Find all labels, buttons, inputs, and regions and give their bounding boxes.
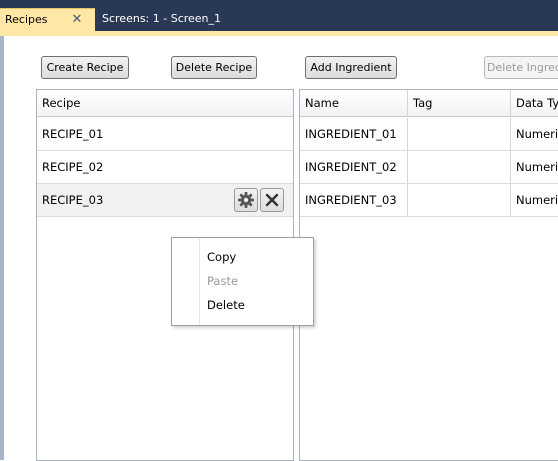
recipe-row[interactable]: RECIPE_02 (37, 151, 293, 184)
column-header-recipe[interactable]: Recipe (37, 90, 293, 117)
ingredient-name-cell[interactable]: INGREDIENT_01 (300, 118, 408, 150)
ingredient-row[interactable]: INGREDIENT_02 Numeric (300, 151, 558, 184)
tab-screen-1[interactable]: Screens: 1 - Screen_1 (97, 8, 226, 31)
ingredients-grid-header: Name Tag Data Type (300, 90, 558, 117)
menu-item-delete[interactable]: Delete (207, 295, 245, 315)
recipe-name-cell[interactable]: RECIPE_03 (37, 184, 227, 216)
menu-item-paste: Paste (207, 274, 239, 288)
ingredient-data-type-cell[interactable]: Numeric (511, 151, 558, 183)
gear-icon[interactable] (234, 188, 258, 212)
ingredient-row[interactable]: INGREDIENT_01 Numeric (300, 118, 558, 151)
context-menu: Copy Paste Delete (171, 237, 314, 326)
ingredient-tag-cell[interactable] (408, 184, 511, 216)
menu-item-copy[interactable]: Copy (207, 247, 236, 267)
column-header-tag[interactable]: Tag (408, 90, 511, 117)
delete-ingredient-button[interactable]: Delete Ingredient (484, 56, 558, 79)
ingredient-data-type-cell[interactable]: Numeric (511, 118, 558, 150)
ingredient-name-cell[interactable]: INGREDIENT_03 (300, 184, 408, 216)
tab-close-icon[interactable]: ✕ (68, 9, 86, 30)
tab-recipes[interactable]: Recipes ✕ (0, 8, 95, 31)
recipes-grid-header: Recipe (37, 90, 293, 117)
context-menu-icon-gutter (172, 238, 200, 325)
recipe-name-cell[interactable]: RECIPE_02 (37, 151, 293, 183)
close-icon[interactable] (260, 188, 284, 212)
ingredient-data-type-cell[interactable]: Numeric (511, 184, 558, 216)
delete-recipe-button[interactable]: Delete Recipe (171, 56, 257, 79)
add-ingredient-button[interactable]: Add Ingredient (305, 56, 397, 79)
create-recipe-button[interactable]: Create Recipe (41, 56, 129, 79)
column-header-data-type[interactable]: Data Type (511, 90, 558, 117)
ingredient-tag-cell[interactable] (408, 118, 511, 150)
ingredient-tag-cell[interactable] (408, 151, 511, 183)
column-header-name[interactable]: Name (300, 90, 408, 117)
ingredient-name-cell[interactable]: INGREDIENT_02 (300, 151, 408, 183)
document-tab-strip: Recipes ✕ Screens: 1 - Screen_1 (0, 0, 558, 31)
recipe-row-selected[interactable]: RECIPE_03 (37, 184, 293, 217)
recipe-name-cell[interactable]: RECIPE_01 (37, 118, 293, 150)
ingredients-grid: Name Tag Data Type INGREDIENT_01 Numeric… (299, 89, 558, 461)
recipe-row[interactable]: RECIPE_01 (37, 118, 293, 151)
tab-recipes-label: Recipes (5, 13, 48, 26)
tab-screen-1-label: Screens: 1 - Screen_1 (102, 12, 222, 25)
ingredient-row[interactable]: INGREDIENT_03 Numeric (300, 184, 558, 217)
